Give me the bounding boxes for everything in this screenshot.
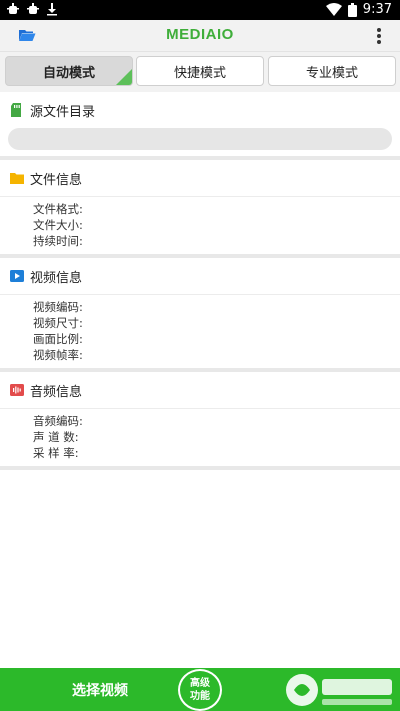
video-info-section: 视频信息 视频编码: 视频尺寸: 画面比例: 视频帧率: [0,258,400,363]
frame-rate-label: 视频帧率: [33,348,83,362]
watermark-logo [286,674,392,706]
download-icon [47,3,57,16]
audio-codec-label: 音频编码: [33,414,83,428]
tab-auto-mode[interactable]: 自动模式 [5,56,133,86]
section-title: 源文件目录 [30,104,96,120]
tab-pro-mode[interactable]: 专业模式 [268,56,396,86]
video-icon [10,270,24,282]
tab-quick-mode[interactable]: 快捷模式 [136,56,264,86]
channels-label: 声 道 数: [33,430,79,444]
file-size-label: 文件大小: [33,218,83,232]
source-path-field[interactable] [8,128,392,150]
select-video-button[interactable]: 选择视频 [0,668,200,711]
source-section: 源文件目录 [0,92,400,150]
tab-label: 快捷模式 [173,65,226,81]
video-codec-label: 视频编码: [33,300,83,314]
battery-icon [347,2,357,17]
folder-icon [10,173,24,184]
tab-label: 自动模式 [42,65,95,81]
status-bar: 9:37 [0,0,400,20]
file-info-section: 文件信息 文件格式: 文件大小: 持续时间: [0,160,400,249]
debug-bug-icon [7,3,19,14]
mode-tabs: 自动模式 快捷模式 专业模式 [0,52,400,92]
app-title: MEDIAIO [166,26,234,43]
duration-label: 持续时间: [33,234,83,248]
section-title: 视频信息 [30,270,83,286]
advanced-label-2: 功能 [190,691,210,702]
video-size-label: 视频尺寸: [33,316,83,330]
section-title: 文件信息 [30,172,83,188]
advanced-label-1: 高级 [190,678,210,689]
wifi-icon [325,2,342,16]
tab-label: 专业模式 [305,65,358,81]
sample-rate-label: 采 样 率: [33,446,79,460]
clock: 9:37 [362,2,392,17]
selected-corner-icon [116,69,132,85]
audio-icon [10,384,24,396]
file-format-label: 文件格式: [33,202,83,216]
divider [0,466,400,470]
advanced-features-button[interactable]: 高级 功能 [178,669,222,711]
app-bar: MEDIAIO [0,20,400,52]
sd-card-icon [11,103,21,117]
aspect-ratio-label: 画面比例: [33,332,83,346]
section-title: 音频信息 [30,384,83,400]
debug-bug-icon-2 [27,3,39,14]
audio-info-section: 音频信息 音频编码: 声 道 数: 采 样 率: [0,372,400,461]
more-menu-icon[interactable] [376,28,382,44]
